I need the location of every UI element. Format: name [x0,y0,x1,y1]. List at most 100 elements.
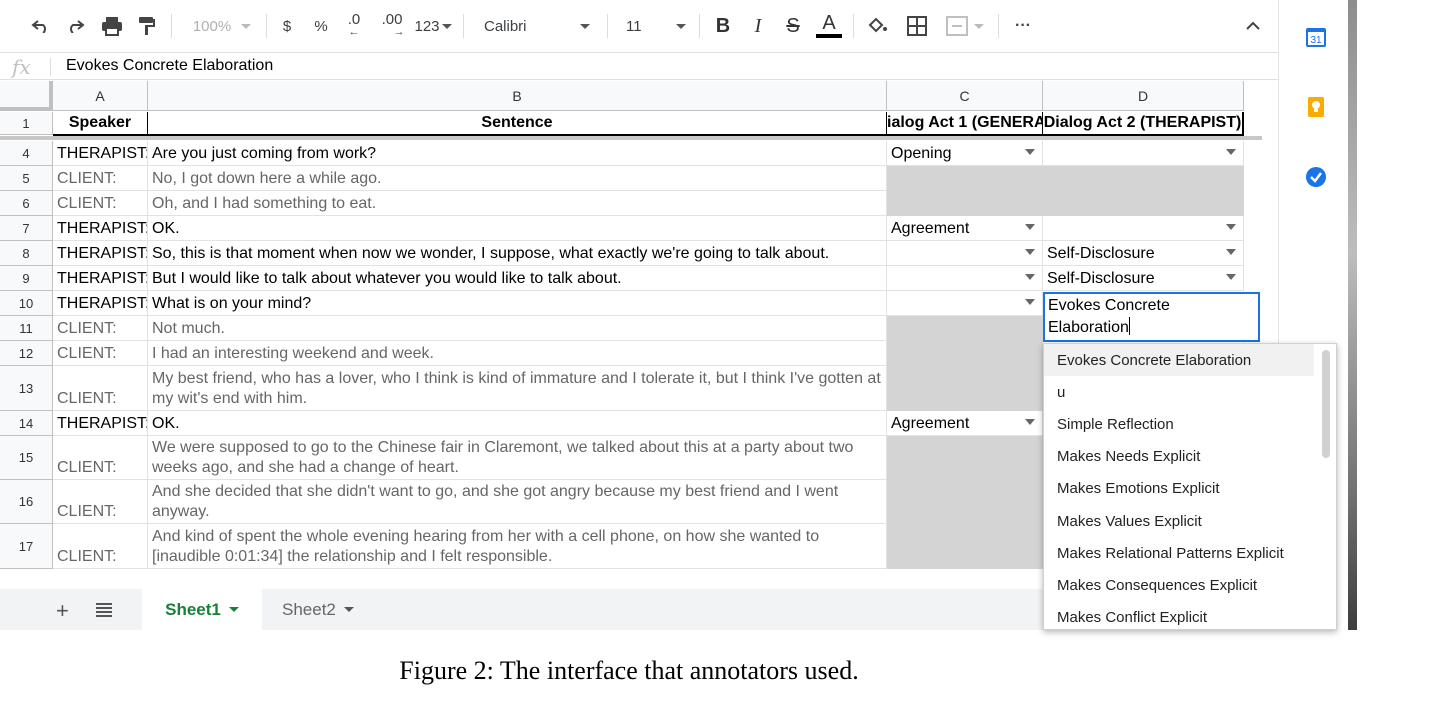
speaker-cell[interactable]: THERAPIST: [53,291,148,316]
dropdown-arrow-icon[interactable] [1025,274,1035,280]
row-header[interactable]: 15 [0,436,53,480]
calendar-icon[interactable]: 31 [1305,26,1327,48]
keep-icon[interactable] [1305,96,1327,118]
dropdown-option[interactable]: Makes Consequences Explicit [1044,569,1336,601]
italic-icon[interactable]: I [745,12,771,40]
strikethrough-icon[interactable]: S [780,12,806,40]
row-header[interactable]: 8 [0,241,53,266]
redo-icon[interactable] [62,12,88,40]
header-cell-dialog-act-2[interactable]: Dialog Act 2 (THERAPIST) [1043,112,1244,135]
sentence-cell[interactable]: Oh, and I had something to eat. [148,191,887,216]
dropdown-option[interactable]: Simple Reflection [1044,408,1336,440]
formula-input[interactable]: Evokes Concrete Elaboration [66,57,273,75]
dialog-act-1-cell[interactable] [887,291,1043,316]
dialog-act-2-cell[interactable] [1043,141,1244,166]
tasks-icon[interactable] [1305,166,1327,188]
speaker-cell[interactable]: CLIENT: [53,341,148,366]
sentence-cell[interactable]: My best friend, who has a lover, who I t… [148,366,887,411]
dialog-act-2-cell[interactable]: Self-Disclosure [1043,241,1244,266]
row-header[interactable]: 6 [0,191,53,216]
sentence-cell[interactable]: But I would like to talk about whatever … [148,266,887,291]
row-header[interactable]: 5 [0,166,53,191]
zoom-select[interactable]: 100% [184,12,260,40]
sentence-cell[interactable]: OK. [148,216,887,241]
dropdown-arrow-icon[interactable] [1025,249,1035,255]
dropdown-arrow-icon[interactable] [1226,224,1236,230]
dropdown-arrow-icon[interactable] [1226,274,1236,280]
fill-color-icon[interactable] [864,12,890,40]
text-color-icon[interactable]: A [814,12,844,40]
sheet-tab-sheet2[interactable]: Sheet2 [282,589,354,630]
dropdown-arrow-icon[interactable] [1025,149,1035,155]
row-header[interactable]: 4 [0,141,53,166]
dialog-act-1-cell[interactable] [887,316,1043,341]
dropdown-option[interactable]: Makes Conflict Explicit [1044,602,1336,630]
column-header-d[interactable]: D [1043,81,1244,111]
sentence-cell[interactable]: And kind of spent the whole evening hear… [148,524,887,569]
column-header-b[interactable]: B [148,81,887,111]
row-header[interactable]: 7 [0,216,53,241]
header-cell-speaker[interactable]: Speaker [53,112,148,135]
dialog-act-1-cell[interactable] [887,191,1043,216]
row-header[interactable]: 10 [0,291,53,316]
header-cell-sentence[interactable]: Sentence [148,112,887,135]
row-header[interactable]: 17 [0,524,53,569]
dropdown-option[interactable]: Makes Relational Patterns Explicit [1044,537,1336,569]
dropdown-option[interactable]: Makes Values Explicit [1044,505,1336,537]
row-header[interactable]: 1 [0,112,53,135]
speaker-cell[interactable]: THERAPIST: [53,216,148,241]
row-header[interactable]: 9 [0,266,53,291]
sentence-cell[interactable]: OK. [148,411,887,436]
dialog-act-2-cell[interactable] [1043,191,1244,216]
row-header[interactable]: 16 [0,480,53,524]
paint-format-icon[interactable] [134,12,160,40]
dropdown-arrow-icon[interactable] [1025,224,1035,230]
dialog-act-1-cell[interactable]: Agreement [887,411,1043,436]
sentence-cell[interactable]: We were supposed to go to the Chinese fa… [148,436,887,480]
sentence-cell[interactable]: And she decided that she didn't want to … [148,480,887,524]
dropdown-option[interactable]: Evokes Concrete Elaboration [1044,344,1314,377]
sheet-tab-sheet1[interactable]: Sheet1 [142,589,262,630]
decrease-decimal-button[interactable]: .0 ← [340,12,368,40]
speaker-cell[interactable]: THERAPIST: [53,241,148,266]
more-options-icon[interactable]: ··· [1008,12,1038,40]
dialog-act-1-cell[interactable] [887,366,1043,411]
dialog-act-1-cell[interactable] [887,524,1043,569]
select-all-corner[interactable] [0,81,53,111]
column-header-c[interactable]: C [887,81,1043,111]
font-family-select[interactable]: Calibri [474,12,598,40]
header-cell-dialog-act-1[interactable]: ialog Act 1 (GENERAL [887,112,1043,135]
currency-button[interactable]: $ [276,12,298,40]
speaker-cell[interactable]: CLIENT: [53,480,148,524]
dropdown-arrow-icon[interactable] [1025,299,1035,305]
row-header[interactable]: 12 [0,341,53,366]
speaker-cell[interactable]: CLIENT: [53,316,148,341]
dialog-act-2-cell[interactable] [1043,166,1244,191]
dropdown-arrow-icon[interactable] [1025,419,1035,425]
dropdown-option[interactable]: Makes Needs Explicit [1044,441,1336,473]
speaker-cell[interactable]: CLIENT: [53,191,148,216]
dialog-act-1-cell[interactable] [887,166,1043,191]
sentence-cell[interactable]: Are you just coming from work? [148,141,887,166]
font-size-select[interactable]: 11 [616,12,690,40]
print-icon[interactable] [98,12,126,40]
dialog-act-1-cell[interactable]: Agreement [887,216,1043,241]
bold-icon[interactable]: B [710,12,736,40]
speaker-cell[interactable]: CLIENT: [53,366,148,411]
active-cell-editor[interactable]: Evokes Concrete Elaboration [1043,292,1260,342]
speaker-cell[interactable]: CLIENT: [53,166,148,191]
speaker-cell[interactable]: CLIENT: [53,524,148,569]
undo-icon[interactable] [28,12,54,40]
merge-cells-icon[interactable] [940,12,990,40]
dropdown-option[interactable]: u [1044,376,1336,408]
percent-button[interactable]: % [308,12,334,40]
speaker-cell[interactable]: THERAPIST: [53,411,148,436]
sentence-cell[interactable]: I had an interesting weekend and week. [148,341,887,366]
column-header-a[interactable]: A [53,81,148,111]
row-header[interactable]: 13 [0,366,53,411]
speaker-cell[interactable]: THERAPIST: [53,141,148,166]
chevron-up-icon[interactable] [1240,12,1266,40]
sentence-cell[interactable]: No, I got down here a while ago. [148,166,887,191]
dialog-act-1-cell[interactable]: Opening [887,141,1043,166]
increase-decimal-button[interactable]: .00 → [376,12,408,40]
